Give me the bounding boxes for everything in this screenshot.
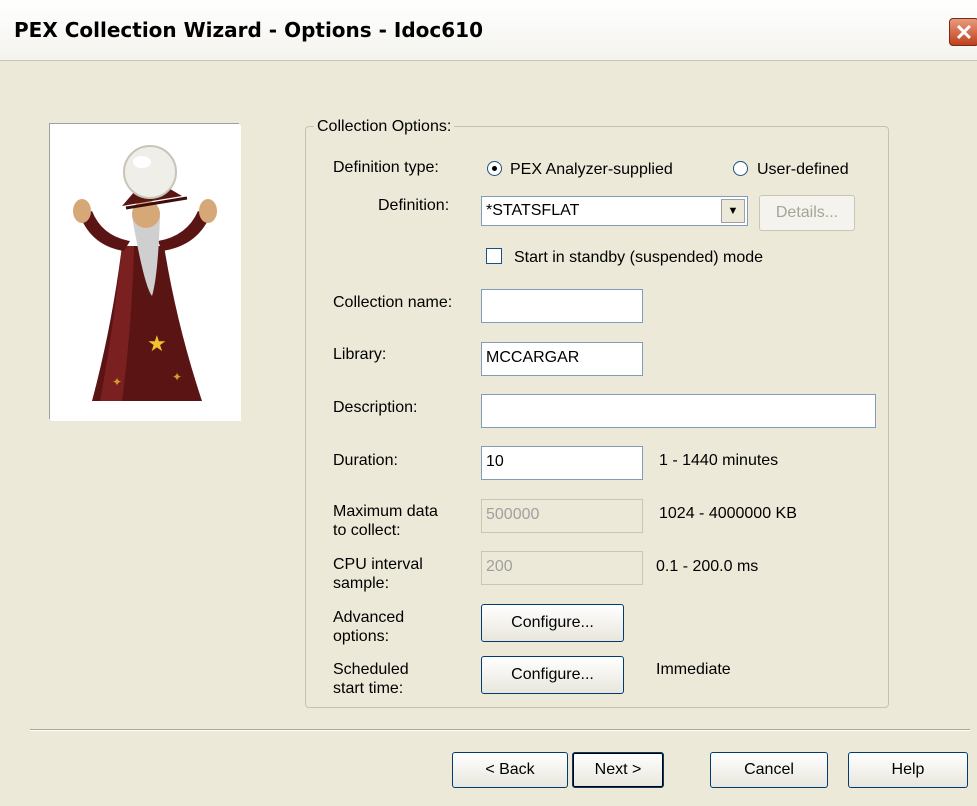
- duration-input[interactable]: 10: [481, 446, 643, 480]
- scheduled-configure-button[interactable]: Configure...: [481, 656, 624, 694]
- definition-label: Definition:: [378, 197, 450, 214]
- max-data-input[interactable]: 500000: [481, 499, 643, 533]
- radio-selected-dot: [492, 166, 497, 171]
- cpu-interval-label: CPU interval sample:: [333, 556, 423, 592]
- radio-user-defined-label[interactable]: User-defined: [757, 160, 849, 179]
- title-bar: PEX Collection Wizard - Options - Idoc61…: [0, 0, 977, 61]
- help-button[interactable]: Help: [848, 752, 968, 788]
- svg-text:✦: ✦: [172, 370, 182, 384]
- library-input[interactable]: MCCARGAR: [481, 342, 643, 376]
- standby-label[interactable]: Start in standby (suspended) mode: [514, 248, 763, 267]
- definition-value: *STATSFLAT: [486, 202, 580, 219]
- collection-name-input[interactable]: [481, 289, 643, 323]
- radio-user-defined[interactable]: [733, 161, 748, 176]
- cpu-interval-input[interactable]: 200: [481, 551, 643, 585]
- wizard-window: PEX Collection Wizard - Options - Idoc61…: [0, 0, 977, 806]
- back-button[interactable]: < Back: [452, 752, 568, 788]
- close-button[interactable]: ✕: [949, 18, 977, 46]
- wizard-illustration-icon: ★ ✦ ✦: [50, 124, 240, 420]
- close-icon: ✕: [954, 20, 974, 45]
- advanced-configure-button[interactable]: Configure...: [481, 604, 624, 642]
- duration-label: Duration:: [333, 452, 398, 469]
- advanced-options-label: Advanced options:: [333, 609, 405, 645]
- standby-checkbox[interactable]: [486, 248, 502, 264]
- svg-text:★: ★: [147, 332, 167, 357]
- svg-text:✦: ✦: [112, 375, 122, 389]
- definition-select[interactable]: *STATSFLAT ▼: [481, 196, 748, 226]
- cpu-interval-range: 0.1 - 200.0 ms: [656, 558, 759, 575]
- definition-type-label: Definition type:: [333, 159, 439, 176]
- description-label: Description:: [333, 399, 418, 416]
- radio-pex-analyzer-supplied-label[interactable]: PEX Analyzer-supplied: [510, 160, 673, 179]
- window-title: PEX Collection Wizard - Options - Idoc61…: [14, 18, 484, 42]
- max-data-label: Maximum data to collect:: [333, 503, 438, 539]
- library-label: Library:: [333, 346, 387, 363]
- max-data-range: 1024 - 4000000 KB: [659, 505, 797, 522]
- duration-range: 1 - 1440 minutes: [659, 452, 779, 469]
- chevron-down-icon[interactable]: ▼: [721, 199, 745, 223]
- footer-separator: [30, 729, 970, 731]
- next-button[interactable]: Next >: [572, 752, 664, 788]
- radio-pex-analyzer-supplied[interactable]: [487, 161, 502, 176]
- description-input[interactable]: [481, 394, 876, 428]
- scheduled-start-value: Immediate: [656, 661, 731, 678]
- scheduled-start-label: Scheduled start time:: [333, 661, 409, 697]
- cancel-button[interactable]: Cancel: [710, 752, 828, 788]
- details-button[interactable]: Details...: [759, 195, 855, 231]
- collection-options-legend: Collection Options:: [314, 118, 455, 136]
- collection-name-label: Collection name:: [333, 294, 453, 311]
